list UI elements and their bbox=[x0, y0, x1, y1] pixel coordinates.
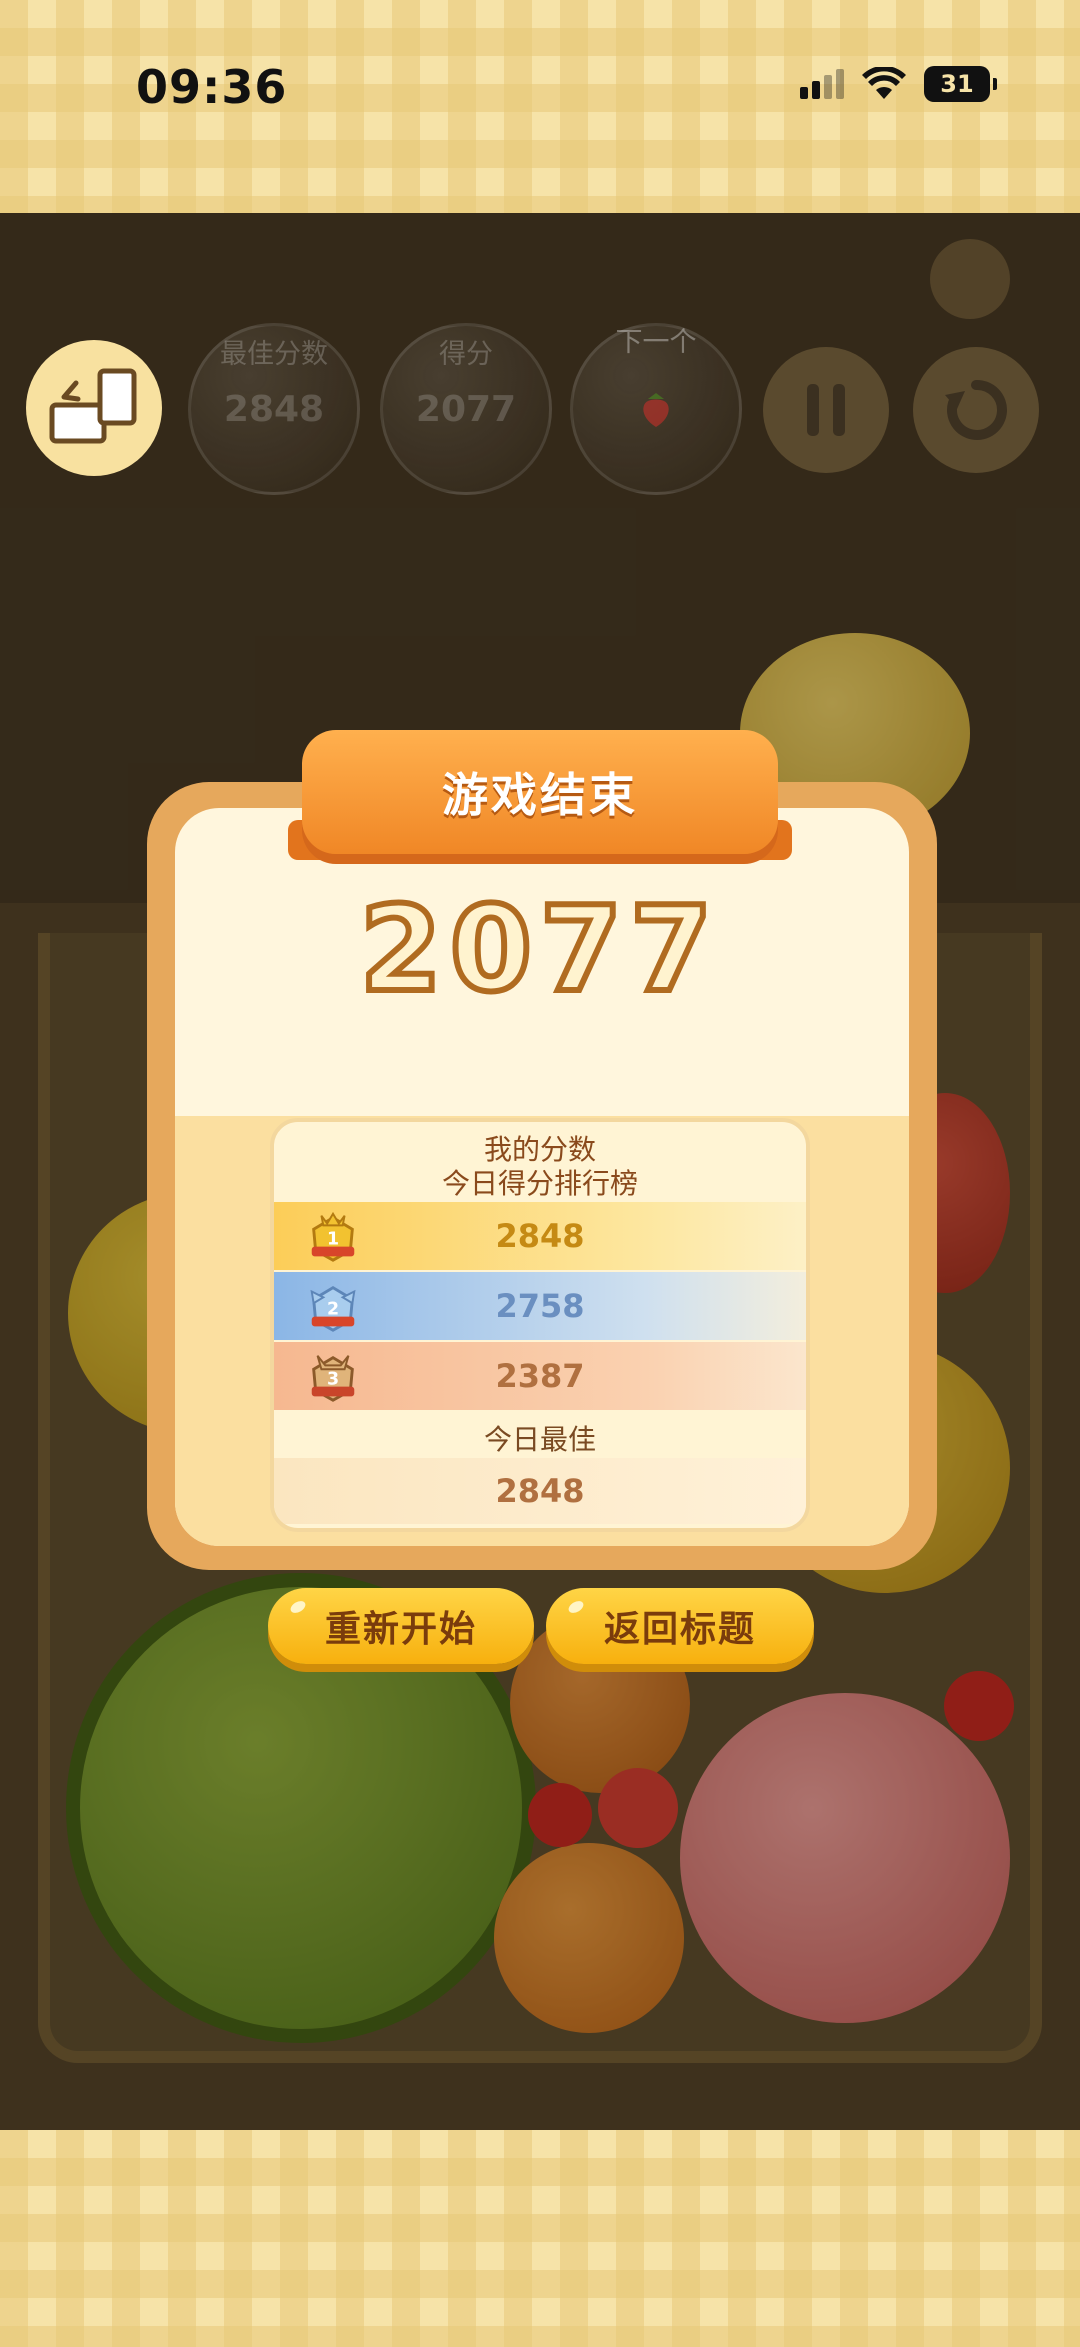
status-icons: 31 bbox=[800, 66, 997, 102]
current-score-value: 2077 bbox=[415, 388, 517, 430]
rank-1-number: 1 bbox=[327, 1230, 339, 1250]
rank-1-score: 2848 bbox=[495, 1217, 585, 1255]
restart-button[interactable]: 重新开始 bbox=[268, 1588, 534, 1664]
today-best-label: 今日最佳 bbox=[483, 1423, 596, 1456]
leaderboard-row: 3 2387 bbox=[274, 1342, 806, 1410]
rank-2-number: 2 bbox=[327, 1300, 339, 1320]
restart-round-button[interactable] bbox=[913, 347, 1039, 473]
extra-button[interactable] bbox=[930, 239, 1010, 319]
wifi-icon bbox=[862, 67, 906, 99]
back-to-title-button[interactable]: 返回标题 bbox=[546, 1588, 814, 1664]
gold-medal-icon: 1 bbox=[311, 1211, 355, 1262]
silver-medal-icon: 2 bbox=[310, 1285, 356, 1332]
next-fruit-label: 下一个 bbox=[615, 327, 697, 358]
rank-2-score: 2758 bbox=[495, 1287, 585, 1325]
dialog-title: 游戏结束 bbox=[442, 768, 638, 822]
rank-3-number: 3 bbox=[327, 1370, 339, 1390]
pause-icon bbox=[807, 384, 845, 436]
status-bar: 09:36 31 bbox=[0, 0, 1080, 213]
rank-3-score: 2387 bbox=[495, 1357, 585, 1395]
next-fruit-bubble: 下一个 bbox=[570, 323, 742, 495]
today-best-row: 2848 bbox=[274, 1458, 806, 1524]
rotate-screen-button[interactable] bbox=[26, 340, 162, 476]
game-over-banner: 游戏结束 bbox=[302, 730, 778, 854]
restart-icon bbox=[945, 379, 1007, 440]
pause-button[interactable] bbox=[763, 347, 889, 473]
leaderboard-title: 今日得分排行榜 bbox=[441, 1167, 638, 1200]
bottom-bar bbox=[0, 2130, 1080, 2347]
current-score-label: 得分 bbox=[439, 339, 493, 370]
leaderboard-row: 1 2848 bbox=[274, 1202, 806, 1270]
final-score: 2077 bbox=[357, 877, 721, 1021]
cellular-signal-icon bbox=[800, 69, 844, 99]
best-score-bubble: 最佳分数 2848 bbox=[188, 323, 360, 495]
current-score-bubble: 得分 2077 bbox=[380, 323, 552, 495]
rotate-screen-icon bbox=[49, 368, 137, 444]
bronze-medal-icon: 3 bbox=[311, 1355, 355, 1402]
best-score-label: 最佳分数 bbox=[220, 339, 328, 370]
best-score-value: 2848 bbox=[223, 388, 325, 430]
today-best-value: 2848 bbox=[495, 1472, 585, 1510]
status-time: 09:36 bbox=[136, 60, 288, 114]
leaderboard-row: 2 2758 bbox=[274, 1272, 806, 1340]
strawberry-icon bbox=[643, 393, 669, 427]
leaderboard: 我的分数 今日得分排行榜 1 2848 2 2758 3 2387 今日最佳 2… bbox=[270, 1118, 810, 1532]
battery-icon: 31 bbox=[924, 66, 997, 102]
